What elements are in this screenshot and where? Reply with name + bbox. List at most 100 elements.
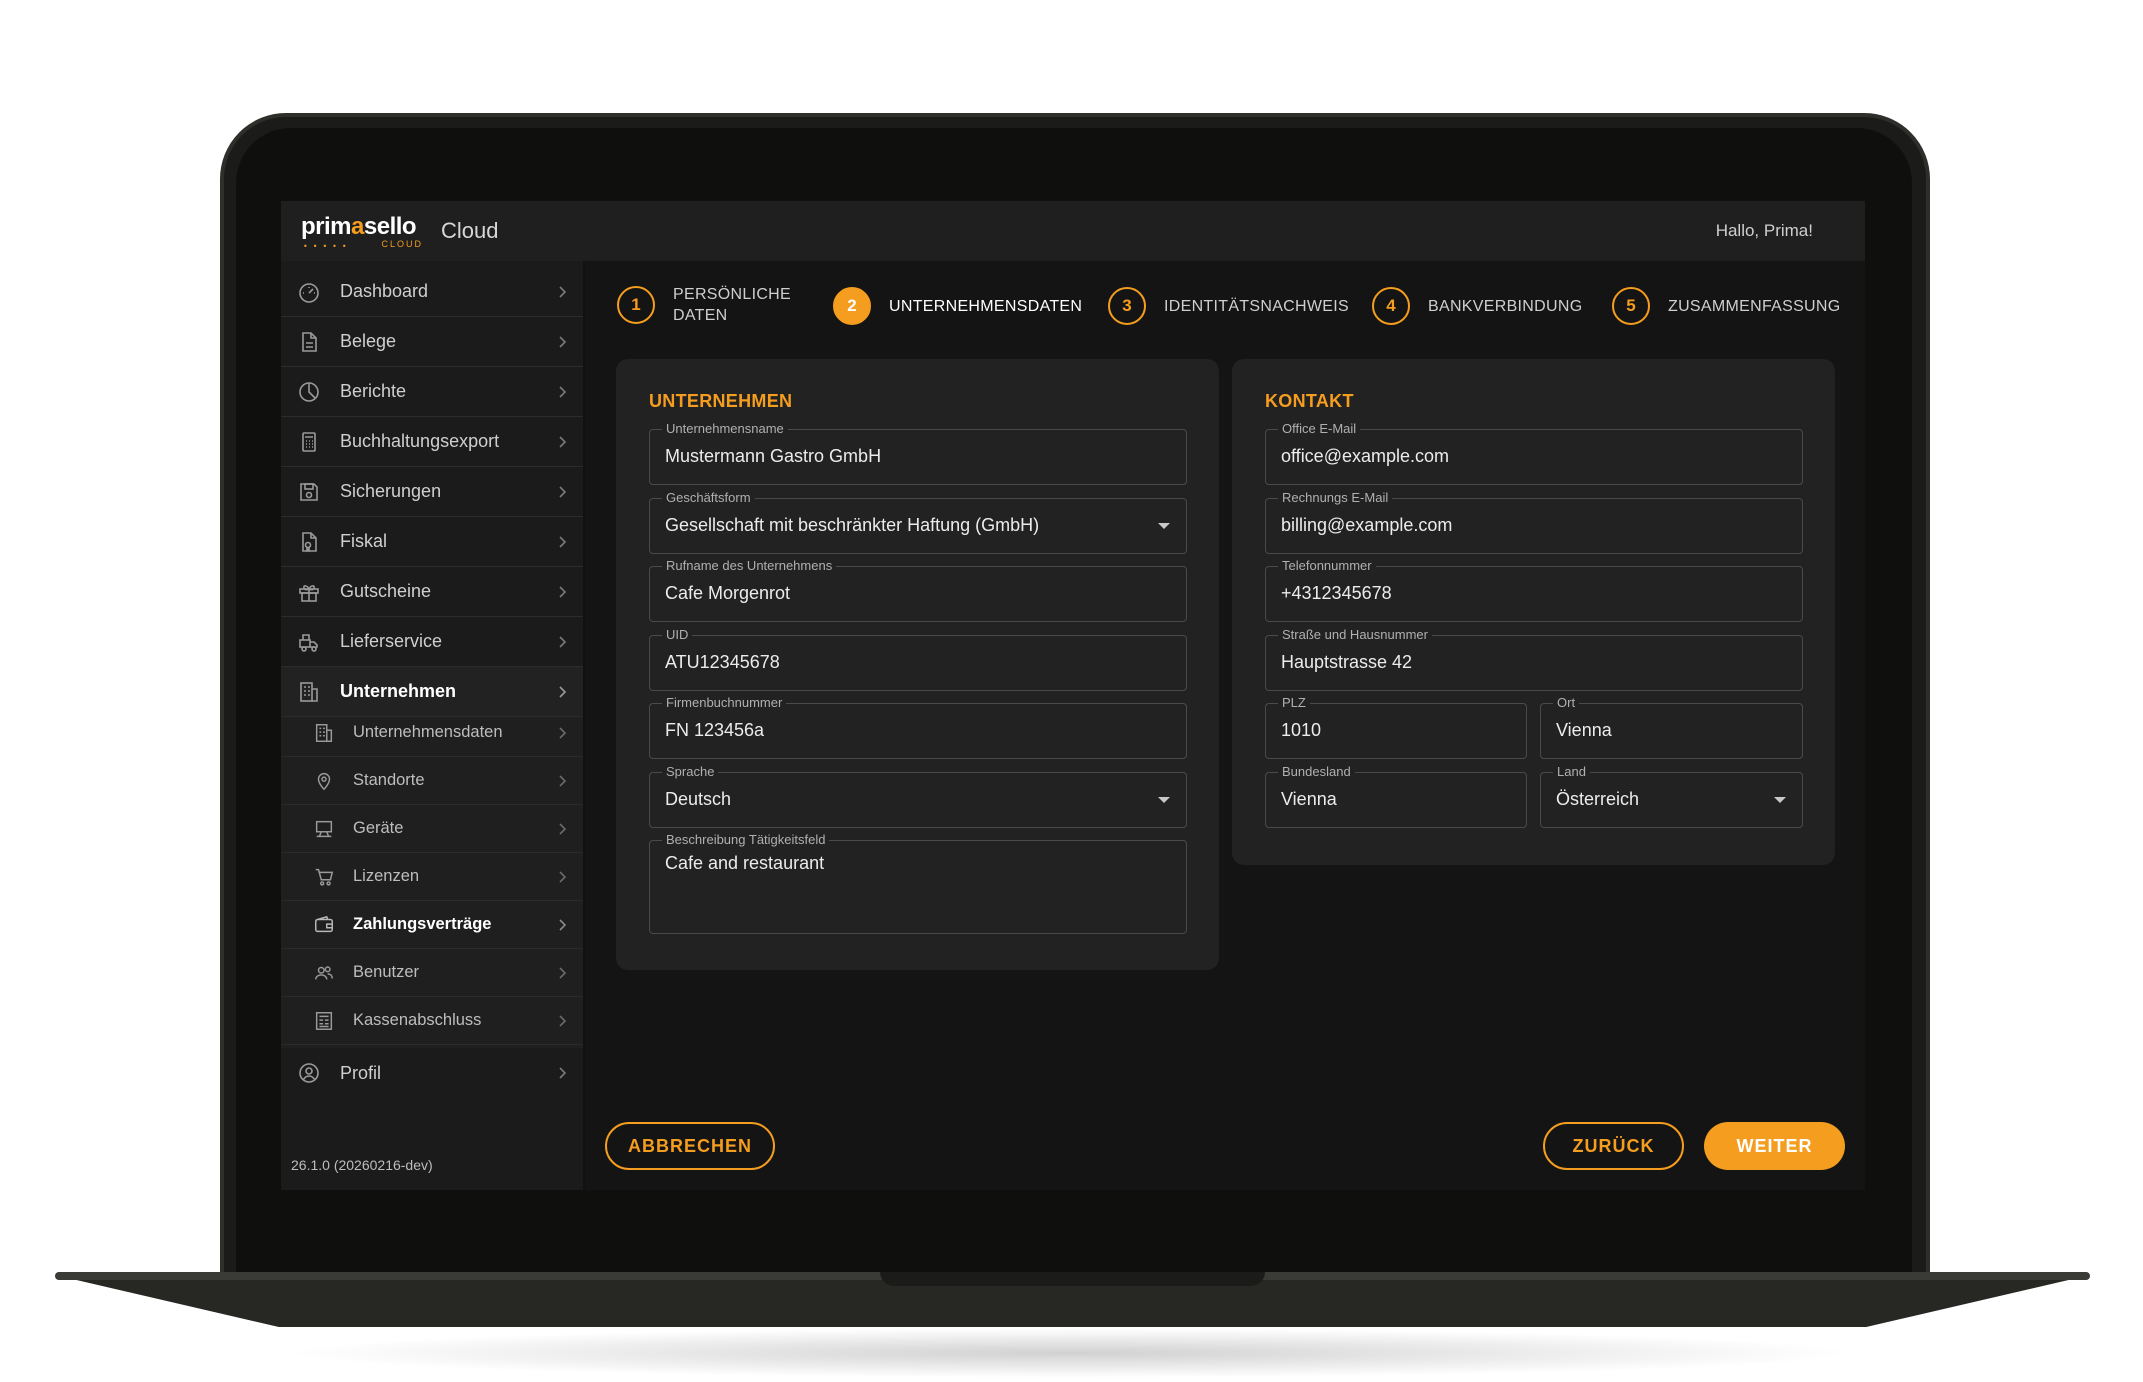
street-field[interactable]: Straße und Hausnummer Hauptstrasse 42	[1265, 627, 1803, 691]
sidebar-item-dashboard[interactable]: Dashboard	[281, 267, 583, 317]
step-number: 1	[617, 286, 655, 324]
sidebar-subitem-standorte[interactable]: Standorte	[281, 757, 583, 805]
dropdown-arrow-icon	[1158, 523, 1170, 529]
sidebar-item-lieferservice[interactable]: Lieferservice	[281, 617, 583, 667]
company-register-number-field[interactable]: Firmenbuchnummer FN 123456a	[649, 695, 1187, 759]
step-3-identitaetsnachweis[interactable]: 3 IDENTITÄTSNACHWEIS	[1108, 287, 1349, 325]
office-email-field[interactable]: Office E-Mail office@example.com	[1265, 421, 1803, 485]
field-value: Hauptstrasse 42	[1281, 652, 1413, 672]
field-label: Unternehmensname	[662, 421, 788, 437]
step-label: BANKVERBINDUNG	[1428, 297, 1583, 315]
field-value: FN 123456a	[665, 720, 765, 740]
map-pin-icon	[312, 769, 336, 793]
field-value: Mustermann Gastro GmbH	[665, 446, 882, 466]
sidebar-subitem-label: Standorte	[353, 771, 425, 789]
company-card-title: UNTERNEHMEN	[649, 391, 793, 411]
step-4-bankverbindung[interactable]: 4 BANKVERBINDUNG	[1372, 287, 1582, 325]
app-screen: primasello ••••• CLOUD Cloud Hallo, Prim…	[281, 201, 1865, 1190]
sidebar-item-label: Berichte	[340, 381, 407, 401]
sidebar-item-sicherungen[interactable]: Sicherungen	[281, 467, 583, 517]
chevron-right-icon	[559, 585, 567, 598]
sidebar-item-fiskal[interactable]: Fiskal	[281, 517, 583, 567]
top-bar: primasello ••••• CLOUD Cloud Hallo, Prim…	[281, 201, 1865, 261]
app-version: 26.1.0 (20260216-dev)	[291, 1157, 433, 1173]
sidebar-subitem-label: Lizenzen	[353, 867, 420, 885]
step-label: IDENTITÄTSNACHWEIS	[1164, 297, 1349, 315]
chevron-right-icon	[559, 535, 567, 548]
app-title: Cloud	[441, 218, 499, 243]
field-label: Beschreibung Tätigkeitsfeld	[662, 832, 830, 848]
sidebar-item-label: Sicherungen	[340, 481, 442, 501]
laptop-notch	[880, 1272, 1265, 1286]
step-1-persoenliche-daten[interactable]: 1 PERSÖNLICHE DATEN	[617, 284, 791, 326]
chevron-right-icon	[559, 635, 567, 648]
activity-description-textarea[interactable]: Beschreibung Tätigkeitsfeld Cafe and res…	[649, 832, 1187, 934]
user-greeting[interactable]: Hallo, Prima!	[1716, 221, 1813, 241]
step-label: ZUSAMMENFASSUNG	[1668, 297, 1841, 315]
sidebar-item-buchhaltungsexport[interactable]: Buchhaltungsexport	[281, 417, 583, 467]
gift-icon	[297, 580, 321, 604]
field-value: Cafe and restaurant	[665, 853, 825, 873]
company-callname-field[interactable]: Rufname des Unternehmens Cafe Morgenrot	[649, 558, 1187, 622]
floppy-disk-icon	[297, 480, 321, 504]
state-field[interactable]: Bundesland Vienna	[1265, 764, 1527, 828]
field-value: billing@example.com	[1281, 515, 1453, 535]
pie-chart-icon	[297, 380, 321, 404]
sidebar-item-label: Dashboard	[340, 281, 429, 301]
cart-icon	[312, 865, 336, 889]
chevron-right-icon	[559, 485, 567, 498]
file-certificate-icon	[297, 530, 321, 554]
field-value: Deutsch	[665, 789, 732, 809]
sidebar-subitem-lizenzen[interactable]: Lizenzen	[281, 853, 583, 901]
company-card: UNTERNEHMEN Unternehmensname Mustermann …	[616, 359, 1219, 970]
sidebar-item-berichte[interactable]: Berichte	[281, 367, 583, 417]
chevron-right-icon	[559, 726, 567, 739]
field-value: Gesellschaft mit beschränkter Haftung (G…	[665, 515, 1040, 535]
billing-email-field[interactable]: Rechnungs E-Mail billing@example.com	[1265, 490, 1803, 554]
sidebar-divider	[583, 261, 585, 1190]
phone-field[interactable]: Telefonnummer +4312345678	[1265, 558, 1803, 622]
field-label: Rufname des Unternehmens	[662, 558, 837, 574]
sidebar-subitem-benutzer[interactable]: Benutzer	[281, 949, 583, 997]
laptop-shadow	[280, 1328, 1860, 1378]
sidebar-item-label: Profil	[340, 1062, 382, 1083]
next-button[interactable]: WEITER	[1704, 1122, 1845, 1170]
chevron-right-icon	[559, 822, 567, 835]
gauge-icon	[297, 280, 321, 304]
back-button[interactable]: ZURÜCK	[1543, 1122, 1684, 1170]
contact-card-title: KONTAKT	[1265, 391, 1354, 411]
sidebar-item-label: Belege	[340, 331, 397, 351]
document-icon	[297, 330, 321, 354]
field-value: Vienna	[1281, 789, 1337, 809]
step-2-unternehmensdaten[interactable]: 2 UNTERNEHMENSDATEN	[833, 287, 1082, 325]
step-5-zusammenfassung[interactable]: 5 ZUSAMMENFASSUNG	[1612, 287, 1841, 325]
chevron-right-icon	[559, 918, 567, 931]
country-select[interactable]: Land Österreich	[1540, 764, 1803, 828]
city-field[interactable]: Ort Vienna	[1540, 695, 1803, 759]
sidebar-item-profil[interactable]: Profil	[281, 1048, 583, 1098]
primasello-logo[interactable]: primasello ••••• CLOUD	[301, 213, 423, 251]
chevron-right-icon	[559, 1014, 567, 1027]
field-value: +4312345678	[1281, 583, 1392, 603]
step-number: 3	[1108, 287, 1146, 325]
sidebar-item-gutscheine[interactable]: Gutscheine	[281, 567, 583, 617]
company-name-field[interactable]: Unternehmensname Mustermann Gastro GmbH	[649, 421, 1187, 485]
zip-field[interactable]: PLZ 1010	[1265, 695, 1527, 759]
cancel-button[interactable]: ABBRECHEN	[605, 1122, 775, 1170]
sidebar-subitem-zahlungsvertraege[interactable]: Zahlungsverträge	[281, 901, 583, 949]
language-select[interactable]: Sprache Deutsch	[649, 764, 1187, 828]
step-label: UNTERNEHMENSDATEN	[889, 297, 1083, 315]
field-label: Office E-Mail	[1278, 421, 1361, 437]
chevron-right-icon	[559, 774, 567, 787]
uid-field[interactable]: UID ATU12345678	[649, 627, 1187, 691]
field-label: Land	[1553, 764, 1590, 780]
sidebar-subitem-kassenabschluss[interactable]: Kassenabschluss	[281, 997, 583, 1045]
calculator-icon	[297, 430, 321, 454]
delivery-icon	[297, 630, 321, 654]
sidebar-subitem-geraete[interactable]: Geräte	[281, 805, 583, 853]
legal-form-select[interactable]: Geschäftsform Gesellschaft mit beschränk…	[649, 490, 1187, 554]
sidebar-item-belege[interactable]: Belege	[281, 317, 583, 367]
step-number: 2	[833, 287, 871, 325]
sidebar-subitem-unternehmensdaten[interactable]: Unternehmensdaten	[281, 709, 583, 757]
register-report-icon	[312, 1009, 336, 1033]
